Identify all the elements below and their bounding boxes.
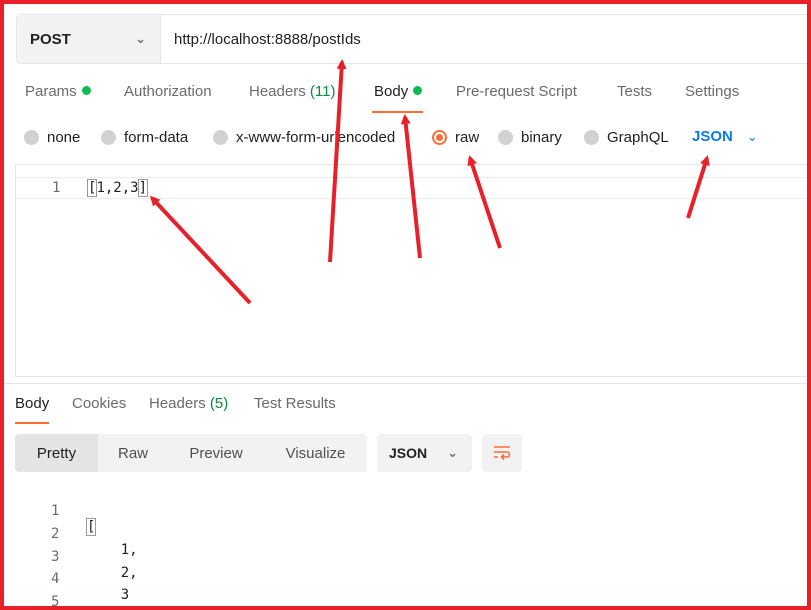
wrap-lines-button[interactable] bbox=[482, 434, 522, 472]
view-pretty-label: Pretty bbox=[36, 444, 77, 462]
method-select[interactable]: POST ⌄ bbox=[17, 15, 161, 63]
tab-tests[interactable]: Tests bbox=[617, 83, 652, 113]
radio-circle-icon bbox=[498, 130, 513, 145]
response-tab-body[interactable]: Body bbox=[15, 395, 50, 424]
tab-params-label: Params bbox=[25, 83, 77, 100]
response-tab-test-results[interactable]: Test Results bbox=[254, 395, 336, 412]
tab-pre-request-label: Pre-request Script bbox=[456, 83, 577, 100]
tab-authorization[interactable]: Authorization bbox=[124, 83, 212, 113]
tab-body[interactable]: Body bbox=[371, 83, 424, 113]
radio-graphql-label: GraphQL bbox=[607, 129, 669, 146]
url-bar: POST ⌄ http://localhost:8888/postIds bbox=[16, 14, 811, 64]
radio-circle-icon bbox=[24, 130, 39, 145]
response-line-number: 4 bbox=[51, 571, 60, 587]
tab-authorization-label: Authorization bbox=[124, 83, 212, 100]
radio-circle-icon bbox=[213, 130, 228, 145]
response-line-number: 5 bbox=[51, 594, 60, 610]
response-tab-body-label: Body bbox=[15, 395, 50, 412]
response-line: 1 [ bbox=[15, 487, 97, 536]
response-tab-cookies-label: Cookies bbox=[72, 395, 127, 412]
radio-urlencoded-label: x-www-form-urlencoded bbox=[236, 129, 396, 146]
response-line-number: 2 bbox=[51, 526, 60, 542]
radio-raw-label: raw bbox=[455, 129, 480, 146]
response-divider bbox=[0, 383, 811, 384]
view-mode-group: Pretty Raw Preview Visualize bbox=[15, 434, 367, 472]
response-tab-cookies[interactable]: Cookies bbox=[72, 395, 126, 412]
tab-headers[interactable]: Headers (11) bbox=[249, 83, 335, 113]
radio-none[interactable]: none bbox=[24, 129, 80, 146]
view-raw-label: Raw bbox=[117, 444, 148, 462]
radio-selected-icon bbox=[432, 130, 447, 145]
tab-body-label: Body bbox=[374, 83, 409, 100]
response-line-text: 2, bbox=[87, 565, 138, 581]
chevron-down-icon: ⌄ bbox=[135, 31, 146, 46]
radio-form-data-label: form-data bbox=[124, 129, 189, 146]
tab-tests-label: Tests bbox=[617, 83, 653, 100]
view-pretty-button[interactable]: Pretty bbox=[15, 434, 98, 472]
response-line-text: 1, bbox=[87, 542, 138, 558]
radio-circle-icon bbox=[584, 130, 599, 145]
response-format-label: JSON bbox=[389, 445, 428, 461]
view-visualize-button[interactable]: Visualize bbox=[264, 434, 367, 472]
response-line: 4 3 bbox=[15, 555, 129, 603]
response-line: 2 1, bbox=[15, 510, 138, 558]
view-visualize-label: Visualize bbox=[285, 444, 346, 462]
response-line: 5 ] bbox=[15, 578, 97, 610]
tab-settings[interactable]: Settings bbox=[685, 83, 739, 113]
wrap-lines-icon bbox=[494, 446, 511, 461]
view-preview-label: Preview bbox=[189, 444, 243, 462]
chevron-down-icon: ⌄ bbox=[447, 445, 458, 460]
method-label: POST bbox=[30, 30, 71, 48]
radio-form-data[interactable]: form-data bbox=[101, 129, 188, 146]
radio-raw[interactable]: raw bbox=[432, 129, 479, 146]
url-input[interactable]: http://localhost:8888/postIds bbox=[161, 15, 810, 63]
editor-line[interactable]: 1 [1,2,3] bbox=[16, 177, 811, 199]
tab-pre-request-script[interactable]: Pre-request Script bbox=[456, 83, 577, 113]
response-tab-headers-label: Headers bbox=[149, 395, 206, 412]
view-raw-button[interactable]: Raw bbox=[98, 434, 168, 472]
tab-headers-label: Headers bbox=[249, 83, 306, 100]
radio-graphql[interactable]: GraphQL bbox=[584, 129, 669, 146]
editor-content[interactable]: [1,2,3] bbox=[86, 179, 149, 197]
radio-binary-label: binary bbox=[521, 129, 562, 146]
tab-settings-label: Settings bbox=[685, 83, 740, 100]
response-tab-headers[interactable]: Headers (5) bbox=[149, 395, 228, 412]
headers-count: (11) bbox=[309, 83, 336, 100]
tab-params[interactable]: Params bbox=[25, 83, 91, 113]
line-number: 1 bbox=[52, 180, 61, 196]
body-editor[interactable]: 1 [1,2,3] bbox=[15, 164, 811, 377]
body-format-label: JSON bbox=[692, 128, 733, 145]
chevron-down-icon: ⌄ bbox=[746, 129, 758, 144]
response-line-number: 1 bbox=[51, 503, 60, 519]
view-preview-button[interactable]: Preview bbox=[168, 434, 264, 472]
response-line: 3 2, bbox=[15, 533, 138, 581]
response-format-select[interactable]: JSON ⌄ bbox=[377, 434, 472, 472]
body-status-dot-icon bbox=[413, 86, 423, 95]
response-line-text: 3 bbox=[87, 587, 130, 603]
radio-circle-icon bbox=[101, 130, 116, 145]
radio-x-www-form-urlencoded[interactable]: x-www-form-urlencoded bbox=[213, 129, 395, 146]
response-tab-test-results-label: Test Results bbox=[254, 395, 336, 412]
response-line-text: [ bbox=[85, 518, 97, 536]
response-line-number: 3 bbox=[51, 549, 60, 565]
radio-none-label: none bbox=[47, 129, 81, 146]
params-status-dot-icon bbox=[81, 86, 91, 95]
radio-binary[interactable]: binary bbox=[498, 129, 562, 146]
body-format-select[interactable]: JSON ⌄ bbox=[692, 128, 758, 145]
url-text: http://localhost:8888/postIds bbox=[174, 30, 361, 48]
response-headers-count: (5) bbox=[209, 395, 229, 412]
